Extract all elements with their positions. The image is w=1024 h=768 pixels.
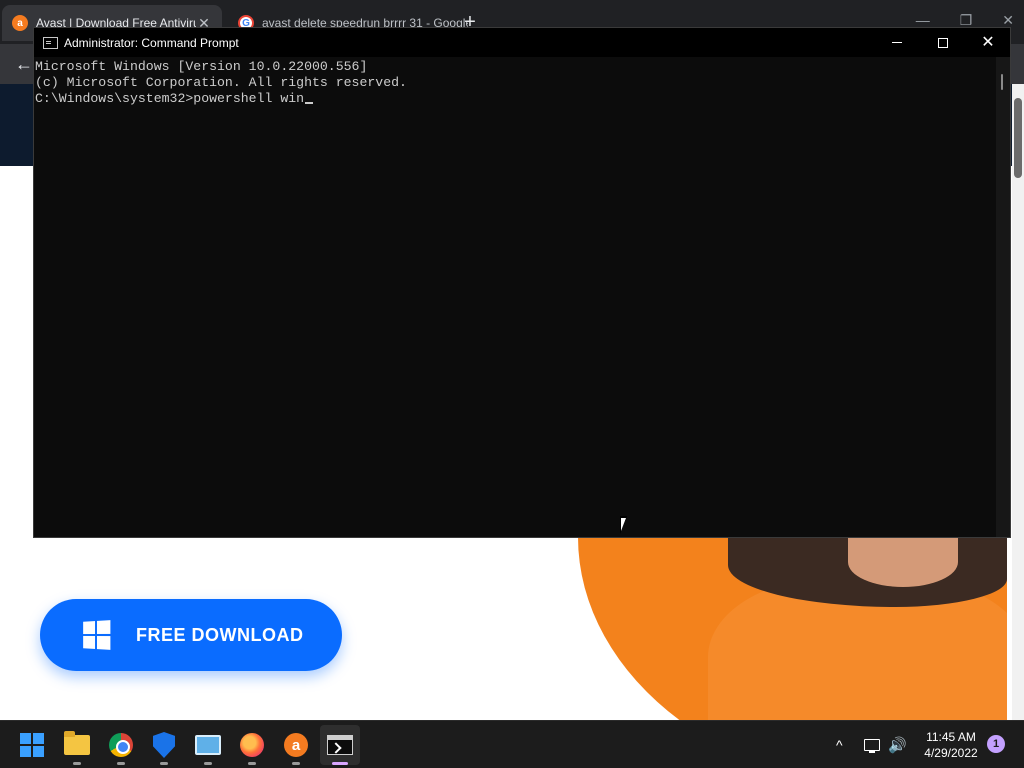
taskbar-terminal[interactable] (320, 725, 360, 765)
typed-command[interactable]: powershell win (193, 91, 304, 106)
maximize-button[interactable] (920, 28, 966, 57)
taskbar-chrome[interactable] (101, 725, 141, 765)
active-indicator (332, 762, 348, 765)
console-output[interactable]: Microsoft Windows [Version 10.0.22000.55… (34, 57, 996, 537)
command-prompt-window[interactable]: Administrator: Command Prompt ✕ Microsof… (33, 27, 1011, 538)
volume-icon[interactable]: 🔊 (888, 721, 907, 768)
close-icon: ✕ (981, 33, 995, 51)
prompt-path: C:\Windows\system32> (35, 91, 194, 106)
command-input-line[interactable]: C:\Windows\system32>powershell win (35, 91, 996, 107)
page-scrollbar[interactable] (1012, 84, 1024, 720)
cmd-titlebar[interactable]: Administrator: Command Prompt ✕ (34, 28, 1010, 57)
mouse-pointer-icon (620, 516, 634, 534)
taskbar-windows-security[interactable] (144, 725, 184, 765)
maximize-icon (938, 37, 948, 48)
control-panel-icon (195, 735, 221, 755)
shield-icon (153, 732, 175, 758)
console-line: Microsoft Windows [Version 10.0.22000.55… (35, 59, 368, 74)
show-hidden-icons-chevron-icon[interactable]: ^ (836, 721, 843, 768)
speaker-icon: 🔊 (888, 737, 907, 754)
running-indicator (73, 762, 81, 765)
console-line: (c) Microsoft Corporation. All rights re… (35, 75, 407, 90)
hero-neck (848, 537, 958, 587)
firefox-icon (240, 733, 264, 757)
scrollbar-thumb[interactable] (1014, 98, 1022, 178)
clock-date: 4/29/2022 (924, 746, 978, 760)
windows-logo-icon (83, 620, 111, 650)
cmd-scrollbar[interactable] (996, 57, 1010, 537)
running-indicator (117, 762, 125, 765)
hero-image (578, 537, 1007, 720)
windows-start-icon (20, 733, 44, 757)
clock[interactable]: 11:45 AM 4/29/2022 (913, 729, 989, 761)
taskbar-avast[interactable]: a (276, 725, 316, 765)
running-indicator (160, 762, 168, 765)
monitor-icon (864, 739, 880, 753)
free-download-label: FREE DOWNLOAD (136, 624, 304, 645)
minimize-button[interactable] (874, 28, 920, 57)
avast-icon: a (12, 15, 28, 31)
text-cursor (305, 102, 314, 104)
taskbar-file-explorer[interactable] (57, 725, 97, 765)
running-indicator (204, 762, 212, 765)
clock-time: 11:45 AM (926, 730, 976, 744)
avast-icon: a (284, 733, 308, 757)
taskbar-control-panel[interactable] (188, 725, 228, 765)
network-icon[interactable] (864, 721, 880, 768)
close-button[interactable]: ✕ (965, 28, 1011, 57)
cmd-app-icon (43, 36, 58, 49)
start-button[interactable] (12, 725, 52, 765)
taskbar: a ^ 🔊 11:45 AM 4/29/2022 (0, 720, 1024, 768)
terminal-icon (327, 735, 353, 755)
cmd-window-title: Administrator: Command Prompt (64, 35, 239, 50)
chrome-icon (109, 733, 133, 757)
free-download-button[interactable]: FREE DOWNLOAD (40, 599, 342, 671)
scrollbar-thumb[interactable] (1001, 74, 1003, 90)
running-indicator (292, 762, 300, 765)
taskbar-firefox[interactable] (232, 725, 272, 765)
folder-icon (64, 731, 90, 755)
running-indicator (248, 762, 256, 765)
notification-badge[interactable]: 1 (987, 735, 1005, 753)
minimize-icon (892, 42, 902, 43)
